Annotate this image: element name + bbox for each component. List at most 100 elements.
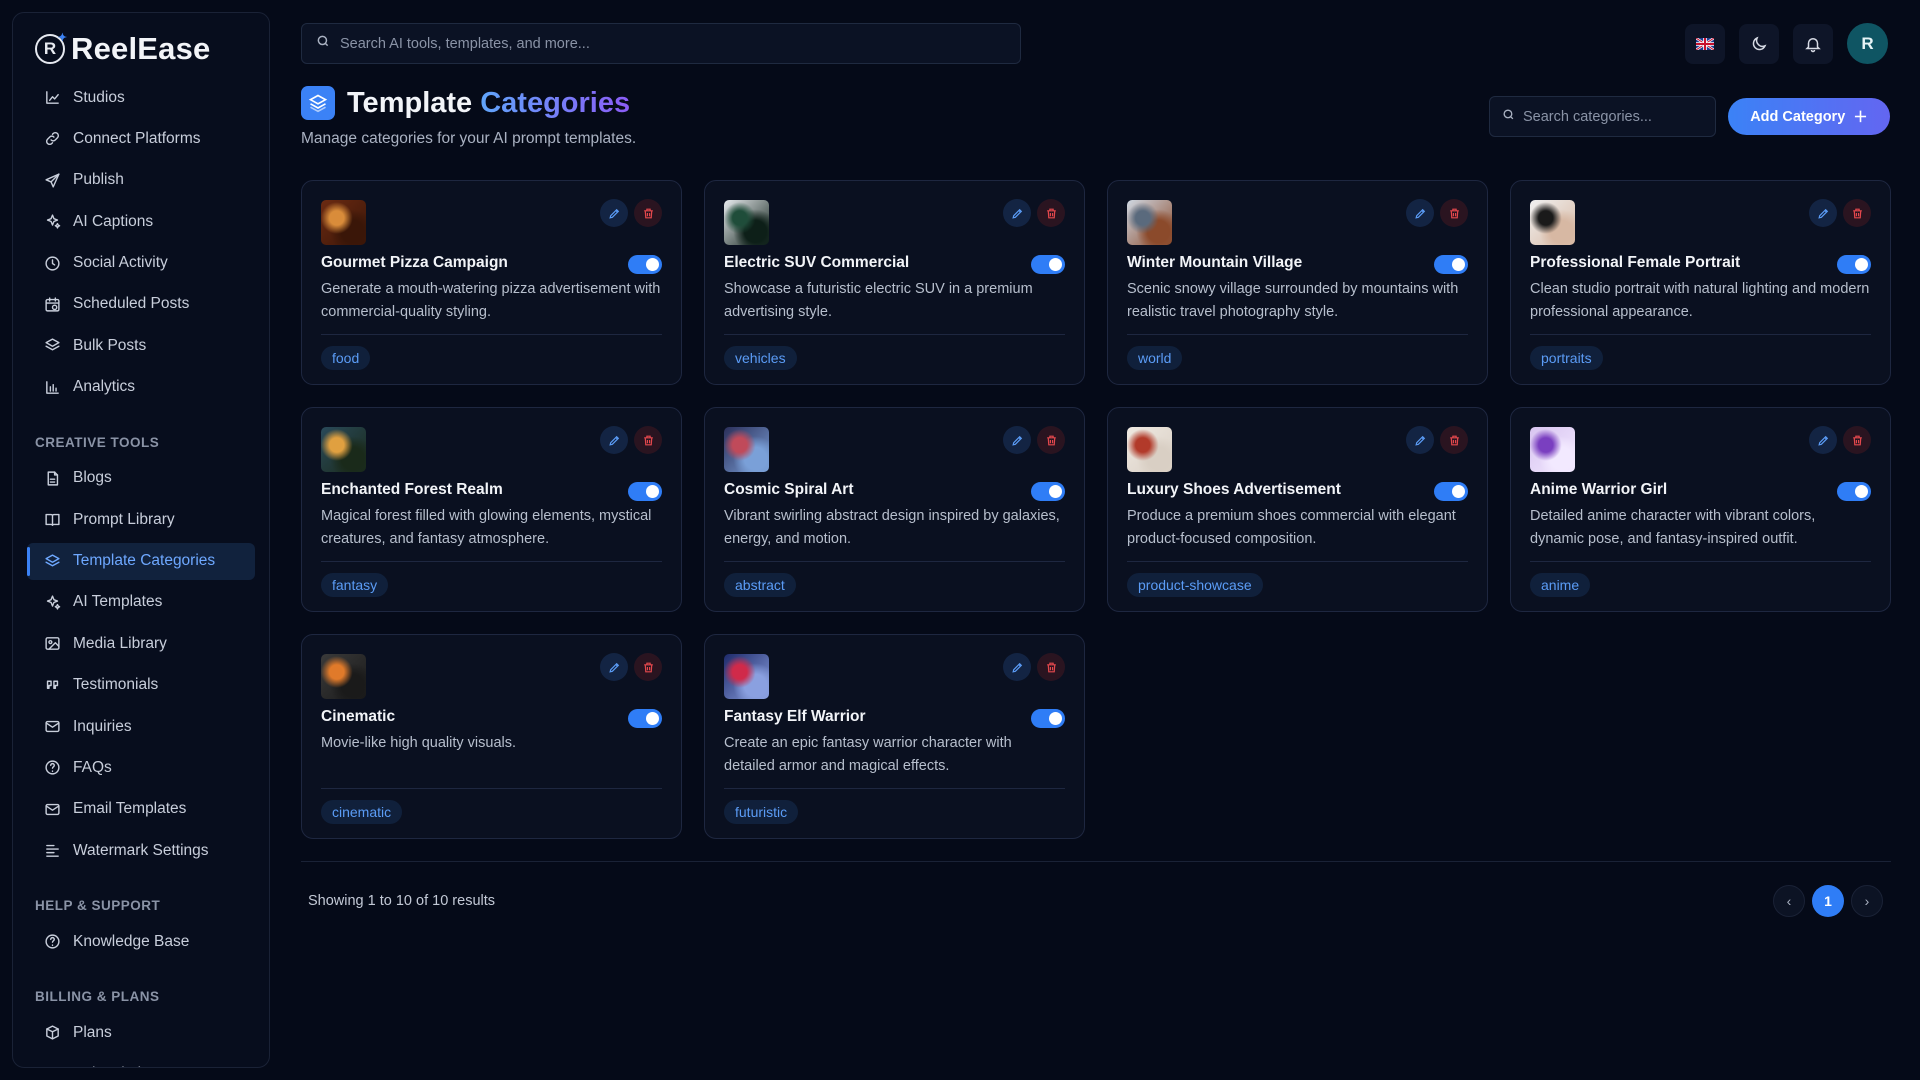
- global-search-input[interactable]: [340, 35, 1006, 52]
- card-actions: [1003, 653, 1065, 681]
- status-toggle[interactable]: [1434, 482, 1468, 501]
- delete-button[interactable]: [634, 426, 662, 454]
- status-toggle[interactable]: [1031, 255, 1065, 274]
- status-toggle[interactable]: [628, 709, 662, 728]
- add-category-button[interactable]: Add Category ＋: [1728, 98, 1890, 135]
- category-tag[interactable]: food: [321, 346, 371, 370]
- package-icon: [43, 1024, 61, 1042]
- help-circle-icon: [43, 933, 61, 951]
- user-avatar[interactable]: R: [1847, 23, 1888, 64]
- sidebar-item-label: Social Activity: [73, 254, 168, 272]
- sidebar: R ✦ ReelEase Studios Connect Platforms Publ…: [12, 12, 270, 1068]
- delete-button[interactable]: [634, 199, 662, 227]
- delete-button[interactable]: [1037, 199, 1065, 227]
- edit-button[interactable]: [1003, 199, 1031, 227]
- edit-button[interactable]: [600, 199, 628, 227]
- sidebar-item-ai-templates[interactable]: AI Templates: [27, 584, 255, 621]
- status-toggle[interactable]: [1031, 482, 1065, 501]
- delete-button[interactable]: [1440, 199, 1468, 227]
- section-label-creative: CREATIVE TOOLS: [35, 434, 160, 450]
- sidebar-item-analytics[interactable]: Analytics: [27, 369, 255, 406]
- category-tag[interactable]: abstract: [724, 573, 796, 597]
- edit-button[interactable]: [1406, 199, 1434, 227]
- status-toggle[interactable]: [628, 255, 662, 274]
- sidebar-item-studios[interactable]: Studios: [27, 79, 255, 116]
- edit-button[interactable]: [1809, 199, 1837, 227]
- sidebar-item-label: Template Categories: [73, 552, 216, 570]
- theme-toggle-button[interactable]: [1739, 23, 1779, 64]
- sidebar-item-knowledge-base[interactable]: Knowledge Base: [27, 923, 255, 960]
- edit-button[interactable]: [1003, 653, 1031, 681]
- delete-button[interactable]: [1037, 426, 1065, 454]
- sidebar-item-label: AI Templates: [73, 593, 163, 611]
- delete-button[interactable]: [1843, 426, 1871, 454]
- sidebar-item-scheduled-posts[interactable]: Scheduled Posts: [27, 286, 255, 323]
- sidebar-item-faqs[interactable]: FAQs: [27, 749, 255, 786]
- category-search[interactable]: [1489, 96, 1716, 137]
- sidebar-item-label: FAQs: [73, 758, 112, 776]
- category-search-input[interactable]: [1523, 108, 1703, 125]
- category-tag[interactable]: futuristic: [724, 800, 799, 824]
- global-search[interactable]: [301, 23, 1021, 64]
- card-actions: [1406, 426, 1468, 454]
- category-tag[interactable]: anime: [1530, 573, 1591, 597]
- status-toggle[interactable]: [1837, 255, 1871, 274]
- delete-button[interactable]: [634, 653, 662, 681]
- edit-button[interactable]: [600, 426, 628, 454]
- category-thumbnail: [321, 200, 366, 245]
- category-thumbnail: [1127, 200, 1172, 245]
- status-toggle[interactable]: [1434, 255, 1468, 274]
- category-tag[interactable]: cinematic: [321, 800, 403, 824]
- language-flag-button[interactable]: [1685, 23, 1725, 64]
- category-tag[interactable]: world: [1127, 346, 1183, 370]
- mail-icon: [43, 718, 61, 736]
- sidebar-item-email-templates[interactable]: Email Templates: [27, 791, 255, 828]
- sidebar-item-prompt-library[interactable]: Prompt Library: [27, 501, 255, 538]
- pencil-icon: [1817, 208, 1828, 219]
- edit-button[interactable]: [1809, 426, 1837, 454]
- status-toggle[interactable]: [1031, 709, 1065, 728]
- next-page-button[interactable]: ›: [1851, 885, 1883, 917]
- category-tag[interactable]: fantasy: [321, 573, 389, 597]
- sidebar-item-publish[interactable]: Publish: [27, 162, 255, 199]
- category-tag[interactable]: vehicles: [724, 346, 797, 370]
- brand-logo[interactable]: R ✦ ReelEase: [13, 13, 269, 69]
- trash-icon: [643, 208, 653, 218]
- card-divider: [724, 334, 1065, 335]
- trash-icon: [1852, 435, 1862, 445]
- sidebar-item-testimonials[interactable]: Testimonials: [27, 667, 255, 704]
- sidebar-item-subscriptions[interactable]: Subscriptions: [27, 1056, 255, 1067]
- card-title: Gourmet Pizza Campaign: [321, 254, 508, 271]
- sidebar-item-bulk-posts[interactable]: Bulk Posts: [27, 327, 255, 364]
- card-actions: [1809, 199, 1871, 227]
- notifications-button[interactable]: [1793, 23, 1833, 64]
- sidebar-item-watermark-settings[interactable]: Watermark Settings: [27, 832, 255, 869]
- sidebar-item-media-library[interactable]: Media Library: [27, 625, 255, 662]
- sidebar-item-social-activity[interactable]: Social Activity: [27, 245, 255, 282]
- sidebar-item-label: Inquiries: [73, 717, 132, 735]
- sidebar-item-blogs[interactable]: Blogs: [27, 460, 255, 497]
- status-toggle[interactable]: [628, 482, 662, 501]
- sidebar-item-ai-captions[interactable]: AI Captions: [27, 203, 255, 240]
- card-actions: [600, 653, 662, 681]
- delete-button[interactable]: [1440, 426, 1468, 454]
- sidebar-item-plans[interactable]: Plans: [27, 1014, 255, 1051]
- edit-button[interactable]: [600, 653, 628, 681]
- category-card: Winter Mountain Village Scenic snowy vill…: [1107, 180, 1488, 385]
- sidebar-item-connect-platforms[interactable]: Connect Platforms: [27, 120, 255, 157]
- category-thumbnail: [1530, 427, 1575, 472]
- category-tag[interactable]: product-showcase: [1127, 573, 1263, 597]
- delete-button[interactable]: [1037, 653, 1065, 681]
- category-tag[interactable]: portraits: [1530, 346, 1603, 370]
- image-icon: [43, 635, 61, 653]
- delete-button[interactable]: [1843, 199, 1871, 227]
- prev-page-button[interactable]: ‹: [1773, 885, 1805, 917]
- card-title: Fantasy Elf Warrior: [724, 708, 866, 725]
- sidebar-item-template-categories[interactable]: Template Categories: [27, 542, 255, 580]
- edit-button[interactable]: [1003, 426, 1031, 454]
- page-button-current[interactable]: 1: [1812, 885, 1844, 917]
- status-toggle[interactable]: [1837, 482, 1871, 501]
- edit-button[interactable]: [1406, 426, 1434, 454]
- sidebar-item-inquiries[interactable]: Inquiries: [27, 708, 255, 745]
- category-card: Professional Female Portrait Clean studio…: [1510, 180, 1891, 385]
